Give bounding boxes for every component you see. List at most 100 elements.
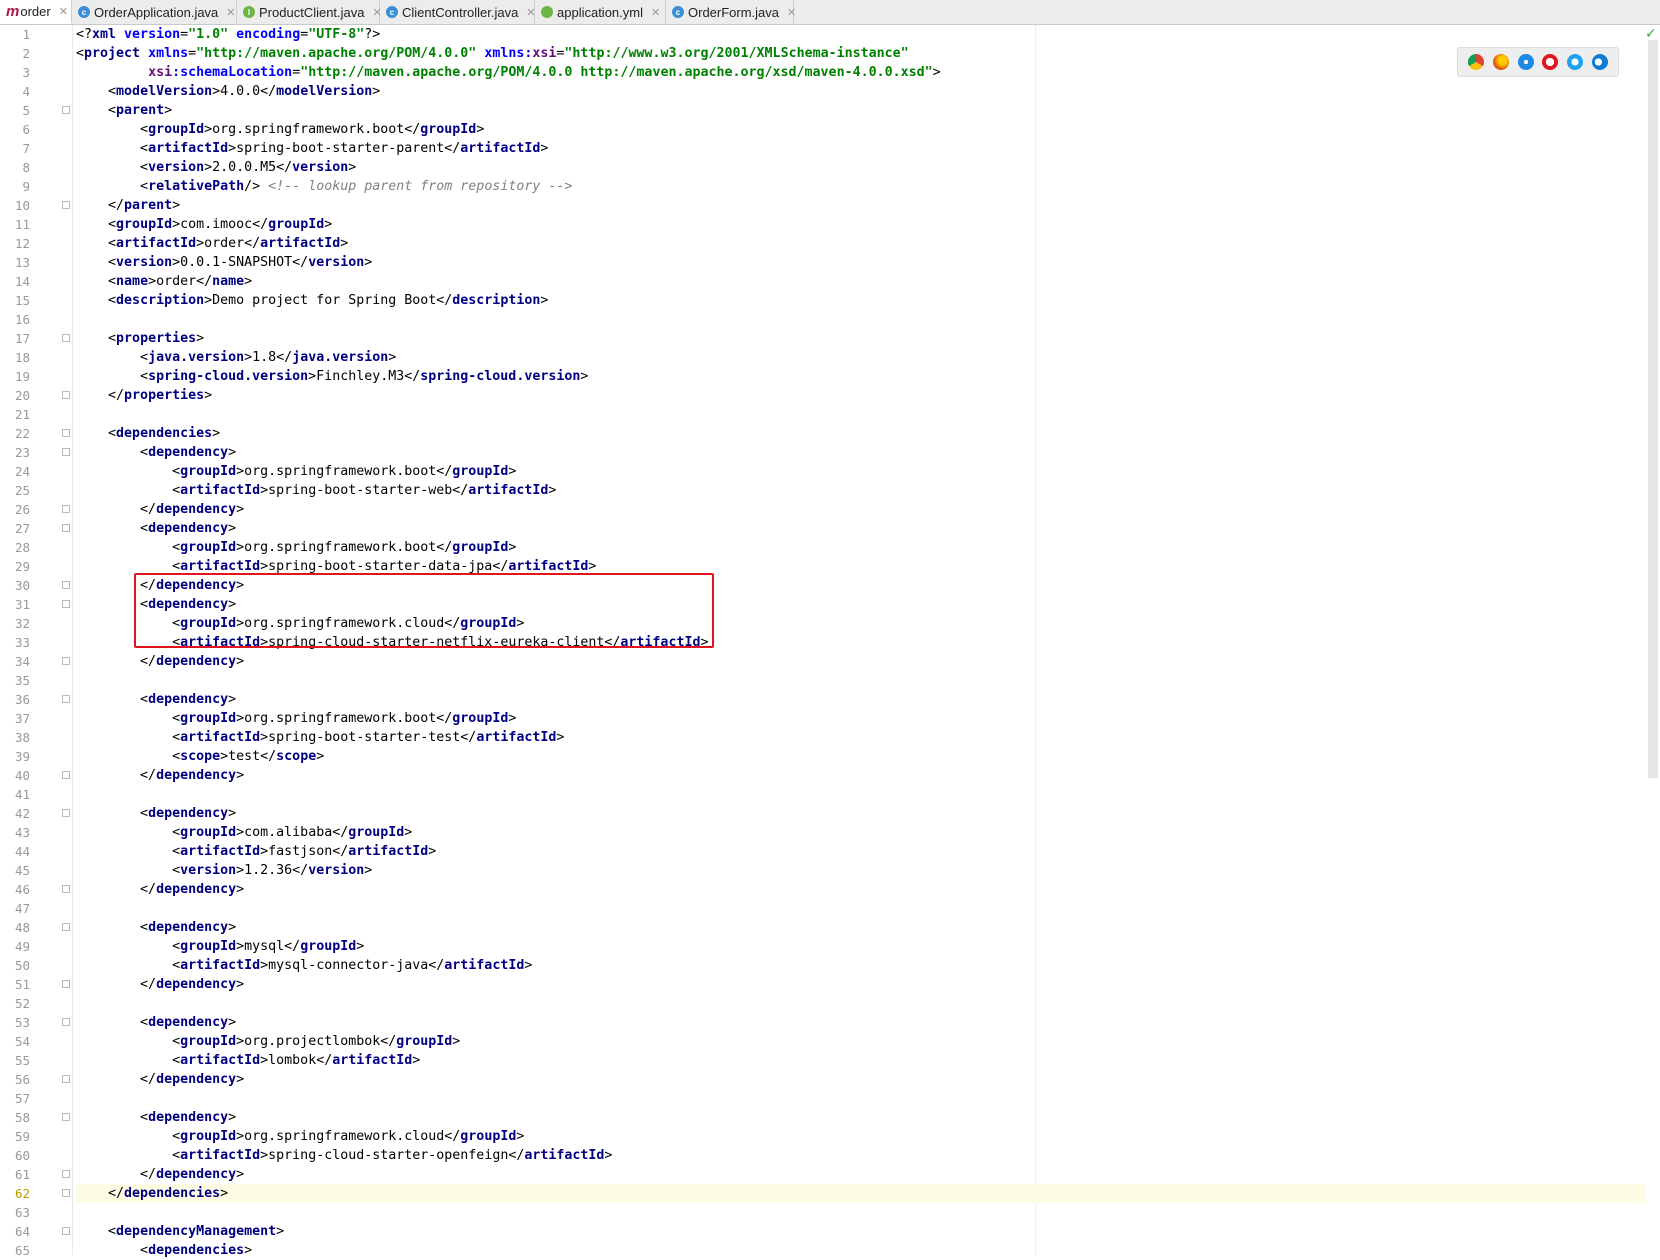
fold-marker-icon[interactable]: [62, 106, 70, 114]
code-line[interactable]: <dependency>: [76, 443, 1646, 462]
fold-marker-icon[interactable]: [62, 524, 70, 532]
vertical-scrollbar[interactable]: [1648, 40, 1658, 778]
fold-marker-icon[interactable]: [62, 581, 70, 589]
code-line[interactable]: <groupId>org.projectlombok</groupId>: [76, 1032, 1646, 1051]
fold-marker-icon[interactable]: [62, 695, 70, 703]
code-line[interactable]: [76, 310, 1646, 329]
fold-marker-icon[interactable]: [62, 1227, 70, 1235]
code-line[interactable]: <artifactId>spring-cloud-starter-netflix…: [76, 633, 1646, 652]
fold-marker-icon[interactable]: [62, 201, 70, 209]
fold-marker-icon[interactable]: [62, 600, 70, 608]
fold-marker-icon[interactable]: [62, 923, 70, 931]
safari-icon[interactable]: [1517, 54, 1534, 70]
code-line[interactable]: <spring-cloud.version>Finchley.M3</sprin…: [76, 367, 1646, 386]
fold-marker-icon[interactable]: [62, 448, 70, 456]
code-line[interactable]: [76, 994, 1646, 1013]
code-line[interactable]: [76, 899, 1646, 918]
code-line[interactable]: <groupId>org.springframework.boot</group…: [76, 538, 1646, 557]
code-line[interactable]: [76, 1089, 1646, 1108]
code-line[interactable]: <modelVersion>4.0.0</modelVersion>: [76, 82, 1646, 101]
code-line[interactable]: <groupId>org.springframework.cloud</grou…: [76, 614, 1646, 633]
chrome-icon[interactable]: [1468, 54, 1485, 70]
code-line[interactable]: <artifactId>fastjson</artifactId>: [76, 842, 1646, 861]
fold-marker-icon[interactable]: [62, 657, 70, 665]
tab-order[interactable]: m order ✕: [0, 0, 72, 24]
code-line[interactable]: </dependency>: [76, 880, 1646, 899]
code-line[interactable]: </dependency>: [76, 576, 1646, 595]
code-line[interactable]: <dependency>: [76, 1108, 1646, 1127]
close-icon[interactable]: ✕: [59, 5, 68, 18]
code-line[interactable]: <dependencies>: [76, 424, 1646, 443]
code-line[interactable]: <artifactId>spring-boot-starter-web</art…: [76, 481, 1646, 500]
code-line[interactable]: [76, 405, 1646, 424]
fold-marker-icon[interactable]: [62, 1018, 70, 1026]
code-line[interactable]: </dependency>: [76, 766, 1646, 785]
firefox-icon[interactable]: [1492, 54, 1509, 70]
code-line[interactable]: </dependency>: [76, 975, 1646, 994]
fold-marker-icon[interactable]: [62, 1170, 70, 1178]
fold-marker-icon[interactable]: [62, 809, 70, 817]
code-line[interactable]: [76, 785, 1646, 804]
code-line[interactable]: <artifactId>lombok</artifactId>: [76, 1051, 1646, 1070]
fold-marker-icon[interactable]: [62, 980, 70, 988]
fold-marker-icon[interactable]: [62, 334, 70, 342]
code-line[interactable]: [76, 671, 1646, 690]
code-line[interactable]: </dependencies>: [76, 1184, 1646, 1203]
tab-productclient-java[interactable]: I ProductClient.java ✕: [237, 0, 382, 24]
code-area[interactable]: <?xml version="1.0" encoding="UTF-8"?> <p…: [76, 25, 1646, 1258]
close-icon[interactable]: ✕: [787, 6, 796, 19]
code-line[interactable]: <groupId>mysql</groupId>: [76, 937, 1646, 956]
code-line[interactable]: <artifactId>spring-boot-starter-parent</…: [76, 139, 1646, 158]
code-line[interactable]: <groupId>org.springframework.cloud</grou…: [76, 1127, 1646, 1146]
code-line[interactable]: <groupId>org.springframework.boot</group…: [76, 709, 1646, 728]
edge-icon[interactable]: [1591, 54, 1608, 70]
code-line[interactable]: <artifactId>spring-boot-starter-test</ar…: [76, 728, 1646, 747]
code-line[interactable]: <artifactId>mysql-connector-java</artifa…: [76, 956, 1646, 975]
code-line[interactable]: <parent>: [76, 101, 1646, 120]
fold-marker-icon[interactable]: [62, 771, 70, 779]
code-line[interactable]: </dependency>: [76, 1070, 1646, 1089]
code-line[interactable]: <dependency>: [76, 595, 1646, 614]
fold-marker-icon[interactable]: [62, 429, 70, 437]
code-line[interactable]: <scope>test</scope>: [76, 747, 1646, 766]
code-line[interactable]: <dependency>: [76, 690, 1646, 709]
code-line[interactable]: <artifactId>spring-cloud-starter-openfei…: [76, 1146, 1646, 1165]
code-line[interactable]: <groupId>org.springframework.boot</group…: [76, 462, 1646, 481]
tab-orderform-java[interactable]: c OrderForm.java ✕: [666, 0, 796, 24]
code-line[interactable]: <version>0.0.1-SNAPSHOT</version>: [76, 253, 1646, 272]
code-line[interactable]: <description>Demo project for Spring Boo…: [76, 291, 1646, 310]
code-line[interactable]: </dependency>: [76, 1165, 1646, 1184]
code-line[interactable]: <properties>: [76, 329, 1646, 348]
code-line[interactable]: <artifactId>order</artifactId>: [76, 234, 1646, 253]
code-line[interactable]: [76, 1203, 1646, 1222]
code-line[interactable]: <version>2.0.0.M5</version>: [76, 158, 1646, 177]
ie-icon[interactable]: [1566, 54, 1583, 70]
close-icon[interactable]: ✕: [226, 6, 235, 19]
code-line[interactable]: </dependency>: [76, 500, 1646, 519]
code-line[interactable]: <?xml version="1.0" encoding="UTF-8"?>: [76, 25, 1646, 44]
opera-icon[interactable]: [1542, 54, 1559, 70]
code-line[interactable]: <artifactId>spring-boot-starter-data-jpa…: [76, 557, 1646, 576]
fold-marker-icon[interactable]: [62, 1189, 70, 1197]
code-line[interactable]: <groupId>com.alibaba</groupId>: [76, 823, 1646, 842]
code-line[interactable]: <dependencies>: [76, 1241, 1646, 1260]
code-line[interactable]: <dependency>: [76, 1013, 1646, 1032]
code-line[interactable]: </dependency>: [76, 652, 1646, 671]
code-line[interactable]: <dependency>: [76, 804, 1646, 823]
code-line[interactable]: <groupId>org.springframework.boot</group…: [76, 120, 1646, 139]
code-line[interactable]: xsi:schemaLocation="http://maven.apache.…: [76, 63, 1646, 82]
code-editor[interactable]: 1 2 3 4 5 6 7 8 9 10 11 12 13 14 15 16 17 18 19 20 21 22 23 24 2…: [0, 25, 1660, 1258]
code-line[interactable]: <dependency>: [76, 918, 1646, 937]
code-line[interactable]: <dependencyManagement>: [76, 1222, 1646, 1241]
code-line[interactable]: <java.version>1.8</java.version>: [76, 348, 1646, 367]
fold-marker-icon[interactable]: [62, 391, 70, 399]
code-line[interactable]: <project xmlns="http://maven.apache.org/…: [76, 44, 1646, 63]
tab-orderapplication-java[interactable]: c OrderApplication.java ✕: [72, 0, 237, 24]
fold-marker-icon[interactable]: [62, 1113, 70, 1121]
code-line[interactable]: <dependency>: [76, 519, 1646, 538]
tab-application-yml[interactable]: application.yml ✕: [535, 0, 666, 24]
tab-clientcontroller-java[interactable]: c ClientController.java ✕: [380, 0, 536, 24]
close-icon[interactable]: ✕: [651, 6, 660, 19]
code-line[interactable]: </properties>: [76, 386, 1646, 405]
code-line[interactable]: <version>1.2.36</version>: [76, 861, 1646, 880]
